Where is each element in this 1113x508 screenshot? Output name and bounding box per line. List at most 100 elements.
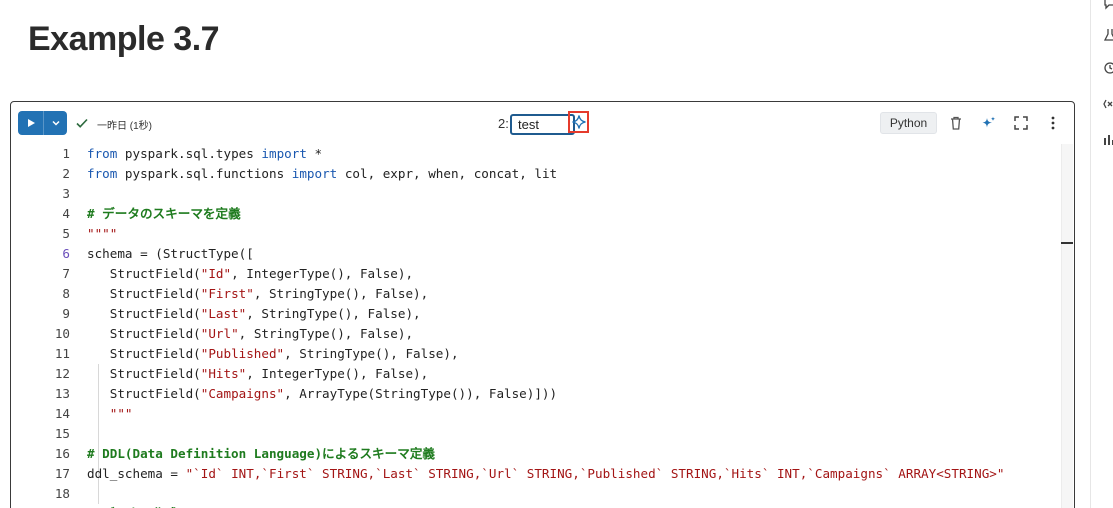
- code-line: 8 StructField("First", StringType(), Fal…: [12, 284, 1073, 304]
- line-number: 1: [62, 146, 70, 161]
- line-number: 5: [62, 226, 70, 241]
- code-editor[interactable]: 1 from pyspark.sql.types import * 2 from py…: [12, 144, 1073, 508]
- code-line: 7 StructField("Id", IntegerType(), False…: [12, 264, 1073, 284]
- scrollbar-marker: [1061, 242, 1073, 244]
- code-text: StructField("Url", StringType(), False),: [87, 324, 413, 344]
- line-number: 13: [54, 386, 70, 401]
- line-number: 17: [54, 466, 70, 481]
- expand-icon: [1014, 116, 1028, 130]
- editor-scrollbar[interactable]: [1061, 144, 1073, 508]
- code-line: 11 StructField("Published", StringType()…: [12, 344, 1073, 364]
- code-text: schema = (StructType([: [87, 244, 254, 264]
- line-number: 15: [54, 426, 70, 441]
- code-text: ddl_schema = "`Id` INT,`First` STRING,`L…: [87, 464, 1004, 484]
- trash-icon: [951, 116, 961, 130]
- fullscreen-button[interactable]: [1013, 115, 1029, 131]
- code-token: col, expr, when, concat, lit: [337, 166, 558, 181]
- more-options-button[interactable]: [1045, 115, 1061, 131]
- check-icon: [76, 118, 88, 128]
- code-token: "Hits": [200, 366, 247, 381]
- chart-icon[interactable]: [1103, 133, 1113, 147]
- code-token: *: [306, 146, 323, 161]
- code-text: from pyspark.sql.types import *: [87, 144, 322, 164]
- cell-title-input[interactable]: test: [510, 114, 575, 135]
- line-number: 6: [62, 246, 70, 261]
- line-number: 16: [54, 446, 70, 461]
- code-token: import: [261, 146, 307, 161]
- run-status-text: 一昨日 (1秒): [97, 121, 152, 132]
- code-token: ddl_schema =: [87, 466, 186, 481]
- kebab-icon: [1051, 116, 1055, 130]
- code-token: , StringType(), False),: [238, 326, 414, 341]
- delete-cell-button[interactable]: [948, 115, 964, 131]
- sparkles-icon: [982, 116, 996, 128]
- code-text: StructField("Published", StringType(), F…: [87, 344, 459, 364]
- code-token: , IntegerType(), False),: [231, 266, 414, 281]
- run-options-dropdown[interactable]: [44, 111, 67, 135]
- line-number: 2: [62, 166, 70, 181]
- line-number: 12: [54, 366, 70, 381]
- history-icon[interactable]: [1103, 61, 1113, 75]
- code-token: "Id": [200, 266, 232, 281]
- code-line: 2 from pyspark.sql.functions import col, …: [12, 164, 1073, 184]
- flask-icon[interactable]: [1103, 28, 1113, 42]
- ai-tools-button[interactable]: [981, 115, 997, 131]
- line-number: 7: [62, 266, 70, 281]
- code-token: "First": [200, 286, 254, 301]
- notebook-cell[interactable]: 一昨日 (1秒) 2: test Python 1 from pyspark.s…: [10, 101, 1075, 508]
- code-token: "Published": [200, 346, 285, 361]
- line-number: 19: [12, 504, 70, 508]
- variables-icon[interactable]: [1103, 97, 1113, 111]
- code-line: 3: [12, 184, 1073, 204]
- run-button-group: [18, 111, 67, 135]
- page-title: Example 3.7: [28, 20, 220, 58]
- line-number: 11: [54, 346, 70, 361]
- code-line: 19 # データの作成: [12, 504, 1073, 508]
- comment-icon[interactable]: [1103, 0, 1113, 10]
- right-side-rail: [1090, 0, 1113, 508]
- line-number: 4: [62, 206, 70, 221]
- code-text: StructField("Id", IntegerType(), False),: [87, 264, 413, 284]
- chevron-down-icon: [52, 120, 60, 126]
- code-text: """: [87, 404, 133, 424]
- code-token: import: [291, 166, 338, 181]
- code-text: StructField("First", StringType(), False…: [87, 284, 428, 304]
- code-text: StructField("Campaigns", ArrayType(Strin…: [87, 384, 557, 404]
- code-token: StructField(: [87, 386, 201, 401]
- code-line: 6 schema = (StructType([: [12, 244, 1073, 264]
- code-token: schema = (StructType([: [87, 246, 254, 261]
- code-text: StructField("Hits", IntegerType(), False…: [87, 364, 428, 384]
- code-line: 13 StructField("Campaigns", ArrayType(St…: [12, 384, 1073, 404]
- line-number: 14: [54, 406, 70, 421]
- code-text: """": [87, 224, 117, 244]
- code-token: "Campaigns": [200, 386, 285, 401]
- language-selector[interactable]: Python: [880, 112, 937, 134]
- code-token: StructField(: [87, 286, 201, 301]
- code-token: """: [87, 406, 133, 421]
- code-token: """": [87, 226, 118, 241]
- code-token: pyspark.sql.functions: [117, 166, 292, 181]
- line-number: 18: [54, 486, 70, 501]
- code-token: # DDL(Data Definition Language)によるスキーマ定義: [87, 446, 436, 461]
- code-text: # DDL(Data Definition Language)によるスキーマ定義: [87, 444, 435, 464]
- code-token: "`Id` INT,`First` STRING,`Last` STRING,`…: [185, 466, 1005, 481]
- line-number: 8: [62, 286, 70, 301]
- code-line: 5 """": [12, 224, 1073, 244]
- code-token: , IntegerType(), False),: [246, 366, 429, 381]
- line-number: 9: [62, 306, 70, 321]
- assistant-button[interactable]: [568, 111, 589, 133]
- code-text: from pyspark.sql.functions import col, e…: [87, 164, 557, 184]
- code-line: 9 StructField("Last", StringType(), Fals…: [12, 304, 1073, 324]
- code-line: 18: [12, 484, 1073, 504]
- code-text: # データのスキーマを定義: [87, 204, 241, 224]
- code-line: 17 ddl_schema = "`Id` INT,`First` STRING,…: [12, 464, 1073, 484]
- play-icon: [27, 119, 35, 127]
- code-token: from: [87, 146, 118, 161]
- code-token: StructField(: [87, 306, 201, 321]
- code-line: 14 """: [12, 404, 1073, 424]
- code-line: 10 StructField("Url", StringType(), Fals…: [12, 324, 1073, 344]
- code-text: # データの作成: [87, 504, 178, 508]
- code-token: # データのスキーマを定義: [87, 206, 241, 221]
- code-token: "Url": [200, 326, 239, 341]
- run-cell-button[interactable]: [18, 111, 45, 135]
